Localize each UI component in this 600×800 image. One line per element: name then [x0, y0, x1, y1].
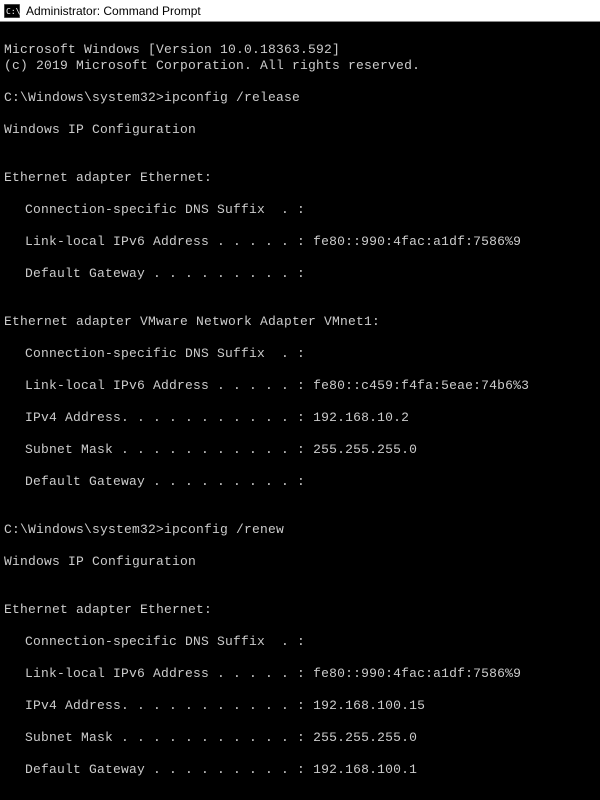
row-value: fe80::990:4fac:a1df:7586%9 [313, 666, 521, 681]
row-label: IPv4 Address. . . . . . . . . . . : [25, 698, 305, 713]
adapter-row: Link-local IPv6 Address . . . . . : fe80… [4, 666, 596, 682]
adapter-row: Connection-specific DNS Suffix . : [4, 202, 596, 218]
adapter-title: Ethernet adapter Ethernet: [4, 602, 212, 617]
banner-line-1: Microsoft Windows [Version 10.0.18363.59… [4, 42, 340, 57]
row-label: Connection-specific DNS Suffix . : [25, 346, 305, 361]
ipconfig-header-1: Windows IP Configuration [4, 122, 196, 137]
adapter-row: Subnet Mask . . . . . . . . . . . : 255.… [4, 730, 596, 746]
title-bar[interactable]: C:\ Administrator: Command Prompt [0, 0, 600, 22]
prompt-line-2: C:\Windows\system32>ipconfig /renew [4, 522, 284, 537]
adapter-row: Connection-specific DNS Suffix . : [4, 634, 596, 650]
row-value: 192.168.100.15 [313, 698, 425, 713]
row-label: Default Gateway . . . . . . . . . : [25, 762, 305, 777]
command-1: ipconfig /release [164, 90, 300, 105]
command-2: ipconfig /renew [164, 522, 284, 537]
row-value: 192.168.100.1 [313, 762, 417, 777]
row-label: Connection-specific DNS Suffix . : [25, 634, 305, 649]
adapter-row: IPv4 Address. . . . . . . . . . . : 192.… [4, 698, 596, 714]
row-label: IPv4 Address. . . . . . . . . . . : [25, 410, 305, 425]
row-label: Default Gateway . . . . . . . . . : [25, 474, 305, 489]
svg-text:C:\: C:\ [6, 7, 20, 16]
row-label: Link-local IPv6 Address . . . . . : [25, 666, 305, 681]
row-label: Connection-specific DNS Suffix . : [25, 202, 305, 217]
banner-line-2: (c) 2019 Microsoft Corporation. All righ… [4, 58, 420, 73]
adapter-row: Connection-specific DNS Suffix . : [4, 346, 596, 362]
adapter-row: Default Gateway . . . . . . . . . : 192.… [4, 762, 596, 778]
adapter-row: Default Gateway . . . . . . . . . : [4, 474, 596, 490]
adapter-title: Ethernet adapter VMware Network Adapter … [4, 314, 380, 329]
window-title: Administrator: Command Prompt [26, 4, 201, 18]
row-label: Default Gateway . . . . . . . . . : [25, 266, 305, 281]
adapter-row: Link-local IPv6 Address . . . . . : fe80… [4, 378, 596, 394]
row-value: 192.168.10.2 [313, 410, 409, 425]
row-value: 255.255.255.0 [313, 442, 417, 457]
adapter-row: Link-local IPv6 Address . . . . . : fe80… [4, 234, 596, 250]
adapter-row: Subnet Mask . . . . . . . . . . . : 255.… [4, 442, 596, 458]
row-value: fe80::c459:f4fa:5eae:74b6%3 [313, 378, 529, 393]
adapter-row: IPv4 Address. . . . . . . . . . . : 192.… [4, 410, 596, 426]
terminal-output[interactable]: Microsoft Windows [Version 10.0.18363.59… [0, 22, 600, 800]
prompt-path: C:\Windows\system32> [4, 90, 164, 105]
ipconfig-header-2: Windows IP Configuration [4, 554, 196, 569]
adapter-title: Ethernet adapter Ethernet: [4, 170, 212, 185]
row-label: Link-local IPv6 Address . . . . . : [25, 378, 305, 393]
prompt-path: C:\Windows\system32> [4, 522, 164, 537]
adapter-row: Default Gateway . . . . . . . . . : [4, 266, 596, 282]
row-value: 255.255.255.0 [313, 730, 417, 745]
row-label: Subnet Mask . . . . . . . . . . . : [25, 730, 305, 745]
prompt-line-1: C:\Windows\system32>ipconfig /release [4, 90, 300, 105]
row-label: Subnet Mask . . . . . . . . . . . : [25, 442, 305, 457]
cmd-icon: C:\ [4, 4, 20, 18]
row-label: Link-local IPv6 Address . . . . . : [25, 234, 305, 249]
row-value: fe80::990:4fac:a1df:7586%9 [313, 234, 521, 249]
